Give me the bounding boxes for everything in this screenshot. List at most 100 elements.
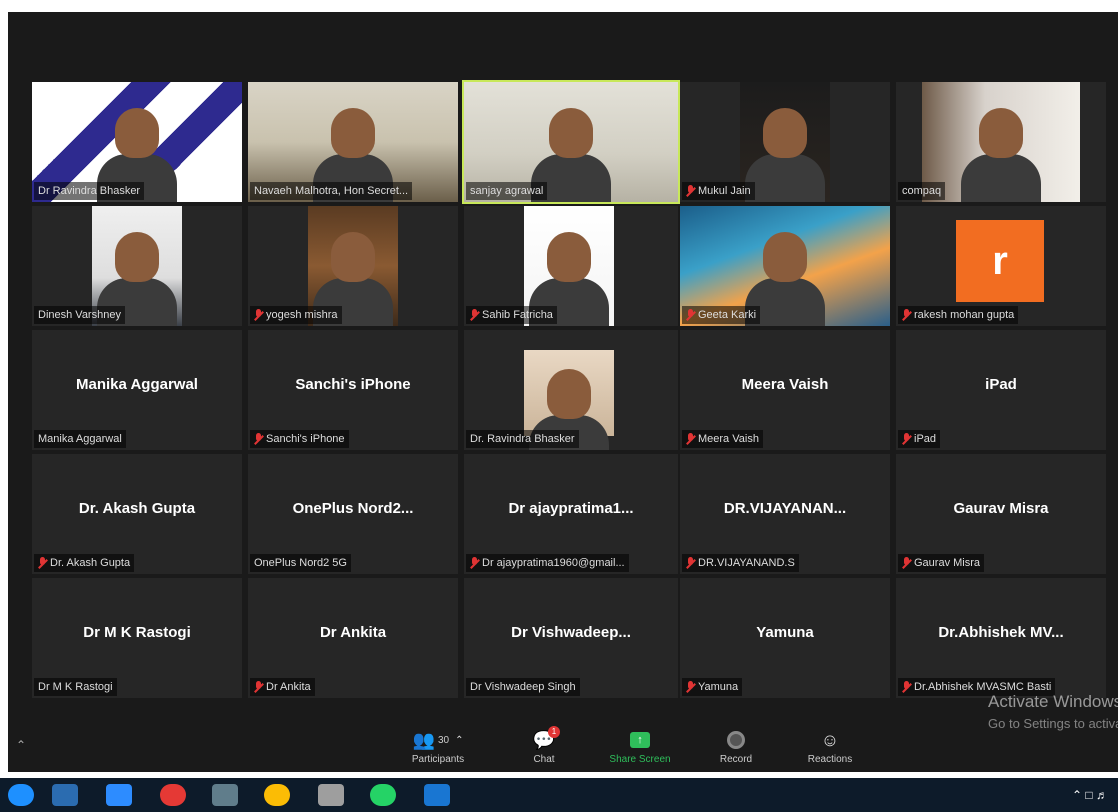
opera-icon[interactable] xyxy=(160,784,186,806)
participant-nameplate: Dr. Ravindra Bhasker xyxy=(466,430,579,448)
reactions-button[interactable]: ☺ Reactions xyxy=(790,728,870,772)
participant-name: Dr ajaypratima1960@gmail... xyxy=(482,557,625,569)
participant-tile[interactable]: Meera Vaish Meera Vaish xyxy=(680,330,890,450)
participant-nameplate: Manika Aggarwal xyxy=(34,430,126,448)
participant-name: Mukul Jain xyxy=(698,185,751,197)
participant-name: Dr Ankita xyxy=(266,681,311,693)
app-icon[interactable] xyxy=(212,784,238,806)
participant-display-name: iPad xyxy=(985,376,1017,393)
mic-muted-icon xyxy=(902,433,911,445)
mic-muted-icon xyxy=(902,681,911,693)
mic-muted-icon xyxy=(254,433,263,445)
participant-nameplate: Dr ajaypratima1960@gmail... xyxy=(466,554,629,572)
file-explorer-icon[interactable] xyxy=(52,784,78,806)
participants-button[interactable]: 👥 30 ⌃ Participants xyxy=(398,728,478,772)
participant-name: DR.VIJAYANAND.S xyxy=(698,557,795,569)
chat-button[interactable]: 💬 1 Chat xyxy=(504,726,584,772)
participant-display-name: Meera Vaish xyxy=(741,376,829,393)
participants-label: Participants xyxy=(411,754,465,765)
record-button[interactable]: Record xyxy=(696,728,776,772)
participant-nameplate: compaq xyxy=(898,182,946,200)
participant-name: Dr M K Rastogi xyxy=(38,681,113,693)
participant-tile[interactable]: Yamuna Yamuna xyxy=(680,578,890,698)
participant-nameplate: Geeta Karki xyxy=(682,306,761,324)
participant-name: Dinesh Varshney xyxy=(38,309,121,321)
participant-name: Yamuna xyxy=(698,681,739,693)
participants-icon: 👥 xyxy=(412,729,435,750)
participant-tile[interactable]: iPad iPad xyxy=(896,330,1106,450)
edge-icon[interactable] xyxy=(8,784,34,806)
participant-nameplate: Mukul Jain xyxy=(682,182,755,200)
participant-video xyxy=(524,350,614,450)
participant-display-name: Dr ajaypratima1... xyxy=(508,500,634,517)
meeting-top-bar xyxy=(8,12,1118,76)
participant-tile[interactable]: Dr Ankita Dr Ankita xyxy=(248,578,458,698)
participant-nameplate: rakesh mohan gupta xyxy=(898,306,1019,324)
participant-tile[interactable]: sanjay agrawal xyxy=(462,80,680,204)
participant-display-name: Sanchi's iPhone xyxy=(295,376,411,393)
chevron-up-icon[interactable]: ⌃ xyxy=(455,735,463,746)
participant-tile[interactable]: Sanchi's iPhone Sanchi's iPhone xyxy=(248,330,458,450)
mic-muted-icon xyxy=(254,681,263,693)
participant-name: Gaurav Misra xyxy=(914,557,981,569)
chrome-icon[interactable] xyxy=(264,784,290,806)
participant-tile[interactable]: yogesh mishra xyxy=(248,206,458,326)
share-screen-button[interactable]: ↑ Share Screen xyxy=(600,728,680,772)
participant-tile[interactable]: Dr Vishwadeep... Dr Vishwadeep Singh xyxy=(464,578,678,698)
zoom-icon[interactable] xyxy=(106,784,132,806)
participant-name: Manika Aggarwal xyxy=(38,433,122,445)
caret-up-icon[interactable]: ⌃ xyxy=(16,738,26,752)
system-tray[interactable]: ⌃ □ ♬ xyxy=(1072,788,1108,802)
participant-nameplate: Sanchi's iPhone xyxy=(250,430,349,448)
participant-display-name: Dr. Akash Gupta xyxy=(78,500,196,517)
participant-nameplate: Meera Vaish xyxy=(682,430,763,448)
participant-tile[interactable]: Geeta Karki xyxy=(680,206,890,326)
zoom-window: Dr Ravindra Bhasker Navaeh Malhotra, Hon … xyxy=(8,12,1118,772)
mic-muted-icon xyxy=(686,185,695,197)
chat-badge: 1 xyxy=(548,726,560,738)
participant-nameplate: DR.VIJAYANAND.S xyxy=(682,554,799,572)
person-silhouette xyxy=(549,108,593,159)
participant-display-name: OnePlus Nord2... xyxy=(292,500,414,517)
participant-tile[interactable]: Mukul Jain xyxy=(680,82,890,202)
participant-name: Dr Ravindra Bhasker xyxy=(38,185,141,197)
person-body xyxy=(961,154,1041,202)
participant-tile[interactable]: Dr. Ravindra Bhasker xyxy=(464,330,678,450)
participant-tile[interactable]: Sahib Fatricha xyxy=(464,206,678,326)
participant-tile[interactable]: OnePlus Nord2... OnePlus Nord2 5G xyxy=(248,454,458,574)
person-silhouette xyxy=(331,108,375,159)
meeting-toolbar: ⌃ 👥 30 ⌃ Participants 💬 1 Chat ↑ Share Scre… xyxy=(8,724,1118,772)
mic-muted-icon xyxy=(686,681,695,693)
mic-muted-icon xyxy=(38,557,47,569)
participant-display-name: Gaurav Misra xyxy=(953,500,1049,517)
app2-icon[interactable] xyxy=(318,784,344,806)
participant-tile[interactable]: Navaeh Malhotra, Hon Secret... xyxy=(248,82,458,202)
participant-tile[interactable]: compaq xyxy=(896,82,1106,202)
store-icon[interactable] xyxy=(424,784,450,806)
person-silhouette xyxy=(979,108,1023,159)
person-silhouette xyxy=(115,108,159,159)
participant-tile[interactable]: Dr Ravindra Bhasker xyxy=(32,82,242,202)
participant-tile[interactable]: Dr M K Rastogi Dr M K Rastogi xyxy=(32,578,242,698)
mic-muted-icon xyxy=(902,309,911,321)
participant-tile[interactable]: DR.VIJAYANAN... DR.VIJAYANAND.S xyxy=(680,454,890,574)
share-screen-label: Share Screen xyxy=(609,754,671,765)
participant-name: Navaeh Malhotra, Hon Secret... xyxy=(254,185,409,197)
participant-tile[interactable]: Gaurav Misra Gaurav Misra xyxy=(896,454,1106,574)
participant-display-name: Dr.Abhishek MV... xyxy=(938,624,1064,641)
participant-display-name: Dr Vishwadeep... xyxy=(511,624,631,641)
participant-tile[interactable]: Dinesh Varshney xyxy=(32,206,242,326)
participant-name: Dr Vishwadeep Singh xyxy=(470,681,576,693)
person-silhouette xyxy=(763,232,807,283)
person-silhouette xyxy=(547,368,591,419)
participant-tile[interactable]: Dr. Akash Gupta Dr. Akash Gupta xyxy=(32,454,242,574)
whatsapp-icon[interactable] xyxy=(370,784,396,806)
participant-tile[interactable]: Dr ajaypratima1... Dr ajaypratima1960@gma… xyxy=(464,454,678,574)
participant-tile[interactable]: Manika Aggarwal Manika Aggarwal xyxy=(32,330,242,450)
chat-label: Chat xyxy=(533,754,555,765)
participant-tile[interactable]: r rakesh mohan gupta xyxy=(896,206,1106,326)
participant-tile[interactable]: Dr.Abhishek MV... Dr.Abhishek MVASMC Bast… xyxy=(896,578,1106,698)
participant-avatar: r xyxy=(956,220,1044,302)
participant-display-name: Dr M K Rastogi xyxy=(83,624,191,641)
participant-display-name: Dr Ankita xyxy=(319,624,387,641)
